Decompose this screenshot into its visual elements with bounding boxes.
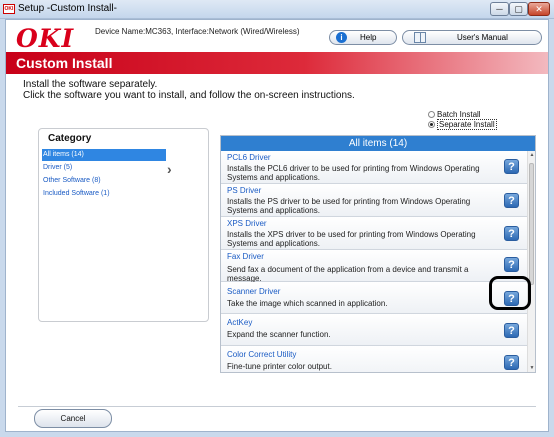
radio-circle <box>428 111 435 118</box>
help-question-icon[interactable]: ? <box>504 355 519 370</box>
window-title: Setup -Custom Install- <box>18 3 117 14</box>
chevron-right-icon: › <box>167 161 172 177</box>
item-name: XPS Driver <box>227 219 267 228</box>
cancel-button[interactable]: Cancel <box>34 409 112 428</box>
item-name: ActKey <box>227 318 253 327</box>
category-title: Category <box>48 133 92 144</box>
item-description: Fine-tune printer color output. <box>227 362 332 371</box>
oki-app-icon: OKI <box>3 4 15 14</box>
item-name: PCL6 Driver <box>227 153 271 162</box>
help-label: Help <box>360 33 377 42</box>
item-description: Installs the PCL6 driver to be used for … <box>227 164 480 182</box>
header: OKI Device Name:MC363, Interface:Network… <box>6 20 548 53</box>
title-bar: OKI Setup -Custom Install- ─ ▢ ✕ <box>0 0 554 19</box>
book-icon <box>414 32 426 43</box>
list-item-color-correct-utility[interactable]: Color Correct Utility Fine-tune printer … <box>221 346 527 372</box>
help-question-icon[interactable]: ? <box>504 323 519 338</box>
help-button[interactable]: i Help <box>329 30 397 45</box>
help-question-icon[interactable]: ? <box>504 159 519 174</box>
oki-logo: OKI <box>16 24 75 53</box>
footer-divider <box>18 406 536 407</box>
scroll-down-icon[interactable]: ▼ <box>528 364 535 372</box>
list-item-actkey[interactable]: ActKey Expand the scanner function. ? <box>221 314 527 346</box>
instruction-line-1: Install the software separately. <box>23 79 158 90</box>
list-header: All items (14) <box>221 136 535 151</box>
item-description: Installs the PS driver to be used for pr… <box>227 197 471 215</box>
category-panel: Category All items (14) Driver (5) Other… <box>38 128 209 322</box>
list-item-scanner-driver[interactable]: Scanner Driver Take the image which scan… <box>221 282 527 314</box>
users-manual-button[interactable]: User's Manual <box>402 30 542 45</box>
category-item-all[interactable]: All items (14) <box>42 149 166 161</box>
item-name: Color Correct Utility <box>227 350 297 359</box>
item-name: Fax Driver <box>227 252 264 261</box>
window-client: OKI Device Name:MC363, Interface:Network… <box>5 19 549 432</box>
separate-install-label: Separate Install <box>437 119 497 130</box>
scroll-up-icon[interactable]: ▲ <box>528 151 535 159</box>
item-description: Expand the scanner function. <box>227 330 331 339</box>
radio-circle-selected <box>428 121 435 128</box>
item-description: Send fax a document of the application f… <box>227 265 469 283</box>
page-title: Custom Install <box>16 55 113 71</box>
device-info: Device Name:MC363, Interface:Network (Wi… <box>95 27 300 36</box>
list-item-pcl6-driver[interactable]: PCL6 Driver Installs the PCL6 driver to … <box>221 151 527 184</box>
scroll-thumb[interactable] <box>529 163 534 285</box>
category-item-other-software[interactable]: Other Software (8) <box>42 175 166 187</box>
list-item-xps-driver[interactable]: XPS Driver Installs the XPS driver to be… <box>221 217 527 250</box>
list-scrollbar[interactable]: ▲ ▼ <box>527 151 535 372</box>
help-question-icon[interactable]: ? <box>504 257 519 272</box>
maximize-button[interactable]: ▢ <box>509 2 528 16</box>
software-list: All items (14) PCL6 Driver Installs the … <box>220 135 536 373</box>
batch-install-radio[interactable]: Batch Install <box>428 110 481 119</box>
users-manual-label: User's Manual <box>457 33 508 42</box>
separate-install-radio[interactable]: Separate Install <box>428 119 497 130</box>
help-question-icon[interactable]: ? <box>504 226 519 241</box>
minimize-button[interactable]: ─ <box>490 2 509 16</box>
list-item-fax-driver[interactable]: Fax Driver Send fax a document of the ap… <box>221 250 527 283</box>
help-question-icon[interactable]: ? <box>504 193 519 208</box>
instruction-line-2: Click the software you want to install, … <box>23 90 355 101</box>
category-item-driver[interactable]: Driver (5) <box>42 162 166 174</box>
item-name: PS Driver <box>227 186 262 195</box>
item-description: Take the image which scanned in applicat… <box>227 299 388 308</box>
list-item-ps-driver[interactable]: PS Driver Installs the PS driver to be u… <box>221 184 527 217</box>
category-item-included-software[interactable]: Included Software (1) <box>42 188 166 200</box>
item-description: Installs the XPS driver to be used for p… <box>227 230 476 248</box>
batch-install-label: Batch Install <box>437 110 481 119</box>
close-button[interactable]: ✕ <box>528 2 550 16</box>
help-question-icon[interactable]: ? <box>504 291 519 306</box>
info-icon: i <box>336 32 347 43</box>
page-banner: Custom Install <box>6 52 548 74</box>
item-name: Scanner Driver <box>227 287 281 296</box>
